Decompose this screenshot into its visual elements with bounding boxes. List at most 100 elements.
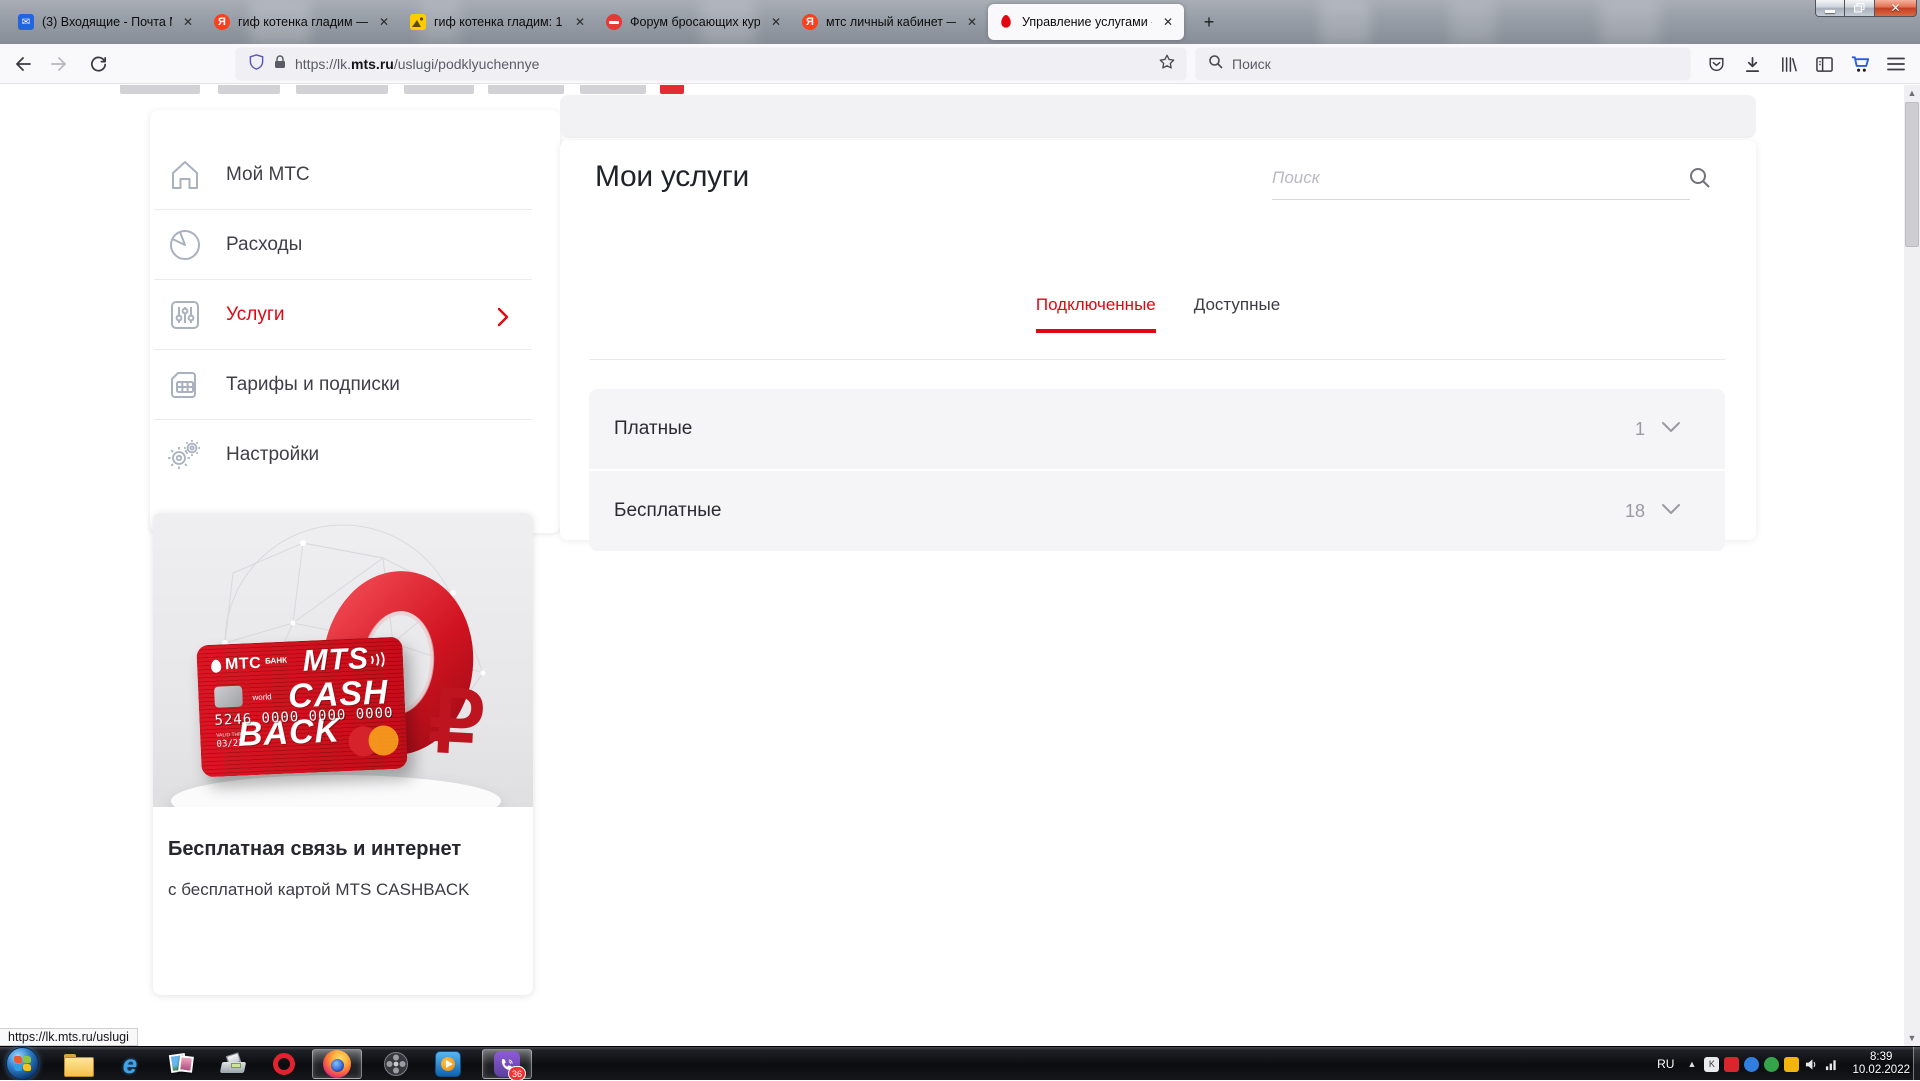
search-icon[interactable]	[1688, 166, 1712, 195]
mail-icon: ✉	[18, 14, 34, 30]
sidebars-icon[interactable]	[1808, 48, 1840, 80]
taskbar-media-player-classic[interactable]	[374, 1049, 418, 1079]
promo-image: ₽ МТС БАНК MTS CASH BACK world 5246 0000…	[153, 513, 533, 807]
tab-forum[interactable]: Форум бросающих курить и п ✕	[596, 4, 792, 40]
tab-title: гиф котенка гладим — Яндекс	[238, 15, 368, 29]
scrollbar-thumb[interactable]	[1905, 102, 1919, 247]
sidebar-item-expenses[interactable]: Расходы	[150, 210, 560, 280]
contactless-icon	[369, 651, 390, 673]
browser-search-input[interactable]	[1232, 56, 1652, 72]
taskbar-firefox-active[interactable]	[312, 1049, 362, 1079]
sim-card-icon	[164, 364, 206, 406]
search-icon	[1208, 54, 1224, 75]
tray-time: 8:39	[1870, 1051, 1893, 1063]
page-content: Мой МТС Расходы Услуги Тарифы и подписки…	[0, 85, 1904, 1046]
sidebar-item-my-mts[interactable]: Мой МТС	[150, 140, 560, 210]
menu-hamburger-icon[interactable]	[1880, 48, 1912, 80]
tray-icon-messenger[interactable]	[1744, 1056, 1760, 1072]
reload-button[interactable]	[82, 48, 114, 80]
clipped-header-fragment	[120, 85, 200, 94]
network-icon[interactable]	[1824, 1057, 1839, 1072]
taskbar-viber[interactable]: 36	[482, 1049, 532, 1081]
folder-icon	[64, 1053, 94, 1077]
volume-icon[interactable]	[1804, 1057, 1819, 1072]
tracking-shield-icon[interactable]	[248, 53, 265, 76]
accordion-free[interactable]: Бесплатные 18	[589, 471, 1725, 551]
tab-title: гиф котенка гладим: 1 тыс изо	[434, 15, 564, 29]
forward-button[interactable]	[44, 48, 76, 80]
sidebar-item-tariffs[interactable]: Тарифы и подписки	[150, 350, 560, 420]
tray-clock[interactable]: 8:39 10.02.2022	[1852, 1051, 1910, 1077]
sidebar-item-services[interactable]: Услуги	[150, 280, 560, 350]
tray-icon-cloud[interactable]	[1764, 1056, 1780, 1072]
taskbar-explorer[interactable]	[56, 1049, 100, 1079]
services-search-input[interactable]	[1272, 168, 1652, 188]
lock-icon[interactable]	[273, 54, 287, 75]
tab-close-icon[interactable]: ✕	[376, 14, 392, 30]
back-button[interactable]	[6, 48, 38, 80]
scroll-down-arrow[interactable]: ▼	[1904, 1030, 1920, 1046]
library-icon[interactable]	[1772, 48, 1804, 80]
show-desktop-button[interactable]	[1913, 1047, 1920, 1081]
chevron-down-icon	[1661, 502, 1681, 520]
services-tabs: Подключенные Доступные	[560, 295, 1756, 333]
restore-icon	[1854, 3, 1865, 13]
url-bar[interactable]: https://lk.mts.ru/uslugi/podklyuchennye	[236, 48, 1186, 80]
sidebar-item-label: Тарифы и подписки	[226, 374, 400, 395]
pocket-icon[interactable]	[1700, 48, 1732, 80]
tray-icon-mail[interactable]	[1784, 1056, 1800, 1072]
cart-extension-icon[interactable]	[1844, 48, 1876, 80]
clipped-header-fragment	[404, 85, 474, 94]
sidebar-item-label: Мой МТС	[226, 164, 310, 185]
tab-close-icon[interactable]: ✕	[964, 14, 980, 30]
url-text: https://lk.mts.ru/uslugi/podklyuchennye	[295, 56, 540, 72]
pie-chart-icon	[164, 224, 206, 266]
mastercard-icon	[347, 724, 401, 757]
windows-taskbar: e 36 RU ▲ K 8:39 10.02.2022	[0, 1046, 1920, 1081]
chevron-right-icon	[494, 306, 512, 333]
viber-unread-badge: 36	[507, 1066, 526, 1081]
tab-mail[interactable]: ✉ (3) Входящие - Почта Mail.ru ✕	[8, 4, 204, 40]
bookmark-star-icon[interactable]	[1158, 53, 1176, 76]
sidebar-item-settings[interactable]: Настройки	[150, 420, 560, 490]
tab-yandex-mts[interactable]: Я мтс личный кабинет — Яндекс ✕	[792, 4, 988, 40]
yandex-icon: Я	[214, 14, 230, 30]
taskbar-windows-media-player[interactable]	[426, 1049, 470, 1079]
promo-subtitle: с бесплатной картой MTS CASHBACK	[168, 880, 470, 899]
card-valid-value: 03/22	[216, 738, 244, 750]
tab-mts-services-active[interactable]: Управление услугами - Личны ✕	[988, 4, 1184, 40]
taskbar-opera[interactable]	[262, 1049, 306, 1079]
tab-available[interactable]: Доступные	[1194, 295, 1280, 333]
tab-close-icon[interactable]: ✕	[1160, 14, 1176, 30]
taskbar-internet-explorer[interactable]: e	[108, 1049, 152, 1079]
restore-button[interactable]	[1845, 0, 1874, 17]
taskbar-photo-viewer[interactable]	[160, 1049, 204, 1079]
tab-yandex-gif[interactable]: Я гиф котенка гладим — Яндекс ✕	[204, 4, 400, 40]
accordion-count: 18	[1624, 500, 1645, 521]
page-scrollbar[interactable]: ▲ ▼	[1904, 85, 1920, 1046]
tab-close-icon[interactable]: ✕	[180, 14, 196, 30]
tab-images[interactable]: гиф котенка гладим: 1 тыс изо ✕	[400, 4, 596, 40]
clipped-header-fragment	[296, 85, 388, 94]
no-entry-icon	[606, 14, 622, 30]
services-search-field[interactable]	[1272, 168, 1690, 200]
tray-icon-keyboard[interactable]: K	[1704, 1056, 1720, 1072]
browser-search-bar[interactable]	[1196, 48, 1690, 80]
new-tab-button[interactable]: +	[1194, 7, 1224, 37]
close-button[interactable]: ✕	[1874, 0, 1917, 17]
tray-icon-antivirus[interactable]	[1724, 1056, 1740, 1072]
tab-connected[interactable]: Подключенные	[1035, 295, 1156, 333]
taskbar-fax-scanner[interactable]	[212, 1049, 256, 1079]
promo-banner-mts-cashback[interactable]: ₽ МТС БАНК MTS CASH BACK world 5246 0000…	[153, 513, 533, 995]
minimize-button[interactable]: ▬	[1815, 0, 1845, 17]
tab-close-icon[interactable]: ✕	[768, 14, 784, 30]
accordion-paid[interactable]: Платные 1	[589, 389, 1725, 469]
show-hidden-icons[interactable]: ▲	[1684, 1057, 1699, 1072]
start-button[interactable]	[6, 1047, 39, 1080]
clipped-header-fragment-red	[660, 85, 684, 94]
downloads-icon[interactable]	[1736, 48, 1768, 80]
language-indicator[interactable]: RU	[1657, 1057, 1674, 1071]
tab-close-icon[interactable]: ✕	[572, 14, 588, 30]
scroll-up-arrow[interactable]: ▲	[1904, 85, 1920, 101]
glass-reflection	[1450, 0, 1495, 44]
